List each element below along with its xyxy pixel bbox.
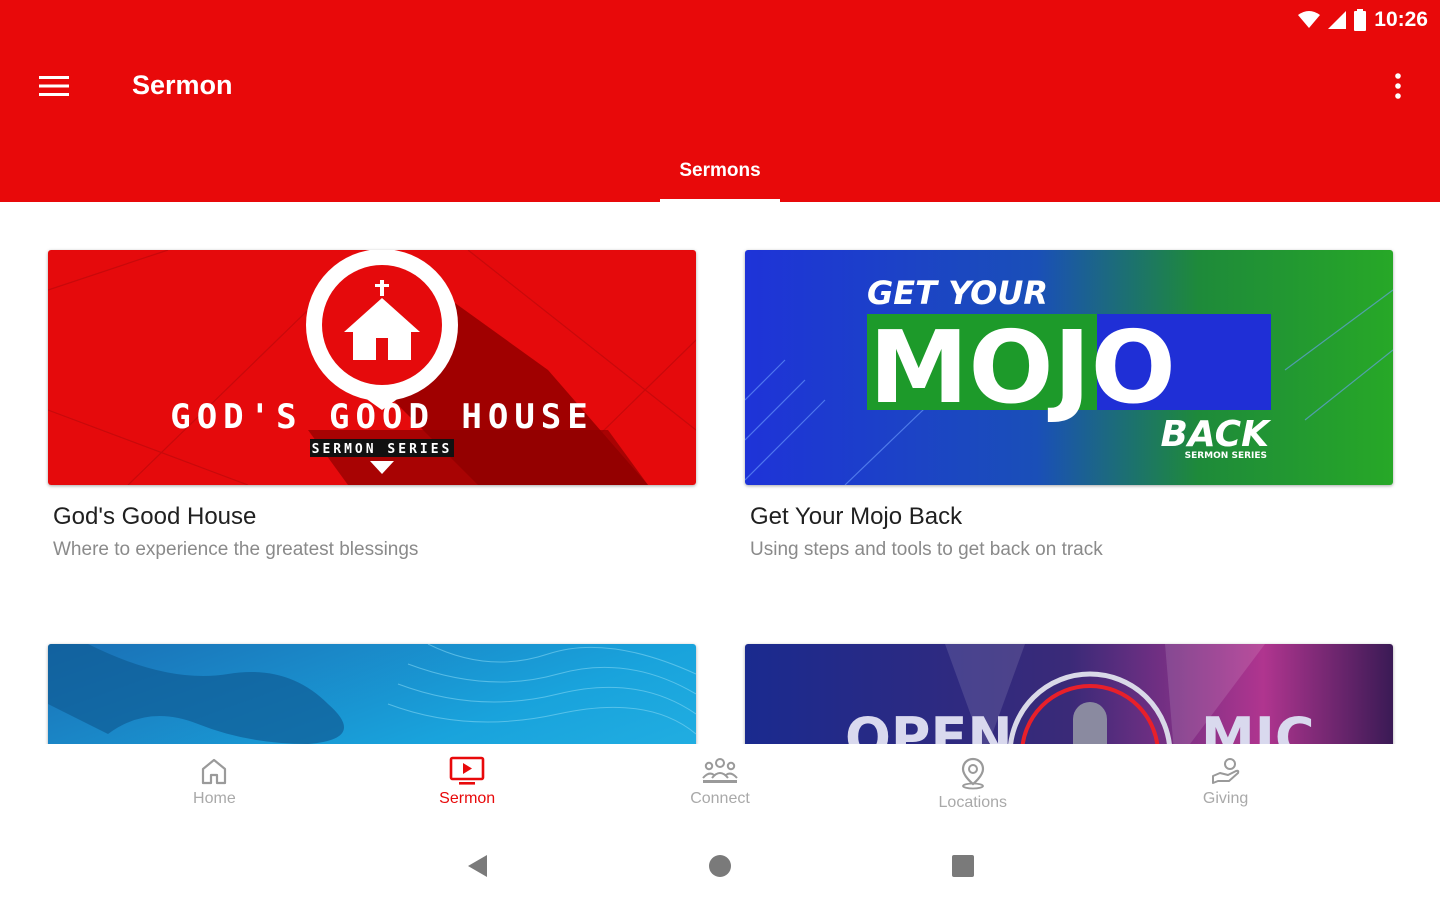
card-title: God's Good House (53, 503, 257, 530)
more-options-button[interactable] (1384, 66, 1412, 106)
back-triangle-icon (468, 855, 487, 877)
status-time: 10:26 (1374, 8, 1428, 31)
art-main-text: MOJO (869, 309, 1176, 426)
art-left-text: OPEN (845, 706, 1013, 744)
sermon-card-4[interactable]: OPEN MIC (745, 644, 1393, 744)
wifi-icon (1298, 11, 1321, 28)
hamburger-menu-icon (39, 76, 69, 96)
sermon-thumbnail: GET YOUR MOJO BACK SERMON SERIES (745, 250, 1393, 485)
sermon-card-3[interactable] (48, 644, 696, 744)
tv-play-icon (449, 756, 485, 785)
card-subtitle: Where to experience the greatest blessin… (53, 539, 419, 560)
home-icon (202, 758, 227, 785)
sermon-card-get-your-mojo-back[interactable]: GET YOUR MOJO BACK SERMON SERIES Get You… (745, 250, 1393, 561)
nav-item-home[interactable]: Home (134, 744, 294, 832)
card-title: Get Your Mojo Back (750, 503, 963, 530)
nav-item-giving[interactable]: Giving (1146, 744, 1306, 832)
system-recents-button[interactable] (947, 850, 979, 882)
app-bar: 10:26 Sermon Sermons (0, 0, 1440, 202)
nav-item-connect-label: Connect (690, 790, 750, 807)
nav-item-sermon[interactable]: Sermon (387, 744, 547, 832)
sermon-list: GOD'S GOOD HOUSE SERMON SERIES God's Goo… (0, 202, 1440, 744)
giving-hand-icon (1211, 758, 1239, 784)
art-subtitle-text: SERMON SERIES (312, 442, 453, 457)
signal-icon (1328, 11, 1347, 29)
system-navigation-bar (0, 832, 1440, 900)
nav-item-locations-label: Locations (938, 794, 1008, 811)
art-right-text: MIC (1201, 706, 1314, 744)
sermon-thumbnail: OPEN MIC (745, 644, 1393, 744)
art-top-text: GET YOUR (867, 274, 1048, 312)
location-pin-icon (961, 757, 984, 790)
system-back-button[interactable] (461, 850, 493, 882)
nav-item-connect[interactable]: Connect (640, 744, 800, 832)
nav-item-sermon-label: Sermon (439, 790, 496, 807)
menu-button[interactable] (32, 66, 76, 106)
art-subtitle-text: SERMON SERIES (1185, 451, 1267, 461)
system-home-button[interactable] (704, 850, 736, 882)
art-bottom-text: BACK (1160, 414, 1272, 455)
recents-square-icon (952, 855, 974, 877)
sermon-thumbnail: GOD'S GOOD HOUSE SERMON SERIES (48, 250, 696, 485)
home-circle-icon (709, 855, 731, 877)
sermon-card-gods-good-house[interactable]: GOD'S GOOD HOUSE SERMON SERIES God's Goo… (48, 250, 696, 561)
status-bar: 10:26 (1298, 6, 1428, 34)
more-vert-icon (1395, 73, 1401, 99)
bottom-navigation: Home Sermon Connect Locations Giving (0, 744, 1440, 832)
nav-item-giving-label: Giving (1202, 790, 1249, 807)
tab-sermons[interactable]: Sermons (660, 140, 780, 202)
people-group-icon (702, 758, 738, 783)
sermon-thumbnail (48, 644, 696, 744)
card-subtitle: Using steps and tools to get back on tra… (750, 539, 1103, 560)
nav-item-home-label: Home (193, 790, 236, 807)
art-title-text: GOD'S GOOD HOUSE (170, 397, 594, 437)
page-title: Sermon (132, 70, 233, 100)
nav-item-locations[interactable]: Locations (893, 744, 1053, 832)
battery-icon (1354, 9, 1367, 31)
tab-sermons-label: Sermons (679, 160, 761, 181)
